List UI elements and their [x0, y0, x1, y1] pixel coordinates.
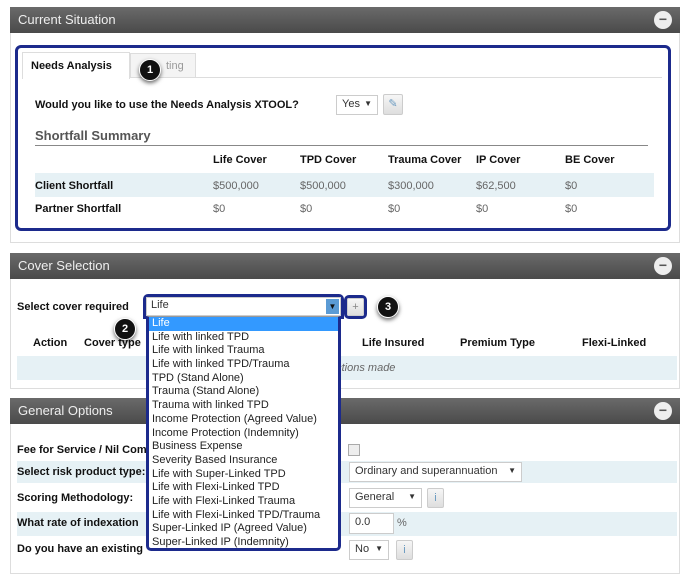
- dropdown-option[interactable]: Life with Flexi-Linked TPD: [149, 481, 338, 495]
- col-action: Action: [33, 337, 68, 349]
- dropdown-option[interactable]: Severity Based Insurance: [149, 454, 338, 468]
- section-title: General Options: [18, 403, 113, 418]
- col-cover-type: Cover type: [84, 337, 141, 349]
- existing-label: Do you have an existing: [17, 543, 143, 555]
- dropdown-option[interactable]: Life with linked TPD: [149, 331, 338, 345]
- risk-label: Select risk product type:: [17, 466, 146, 478]
- dropdown-option[interactable]: Life with linked Trauma: [149, 344, 338, 358]
- collapse-icon[interactable]: −: [654, 257, 672, 275]
- existing-value: No: [355, 543, 370, 555]
- col-premium-type: Premium Type: [460, 337, 535, 349]
- dropdown-option[interactable]: Income Protection (Agreed Value): [149, 413, 338, 427]
- dropdown-option[interactable]: TPD (Stand Alone): [149, 372, 338, 386]
- info-icon[interactable]: i: [427, 488, 444, 508]
- scoring-label: Scoring Methodology:: [17, 492, 134, 504]
- dropdown-option[interactable]: Trauma (Stand Alone): [149, 385, 338, 399]
- current-situation-header[interactable]: Current Situation −: [10, 7, 680, 33]
- general-options-header[interactable]: General Options −: [10, 398, 680, 424]
- collapse-icon[interactable]: −: [654, 11, 672, 29]
- dropdown-option[interactable]: Super-Linked IP (Indemnity): [149, 536, 338, 550]
- cover-dropdown-list[interactable]: Life Life with linked TPD Life with linked…: [146, 316, 341, 551]
- dropdown-option[interactable]: Life with Flexi-Linked TPD/Trauma: [149, 509, 338, 523]
- badge-1: 1: [139, 59, 161, 81]
- section-title: Cover Selection: [18, 258, 110, 273]
- info-icon[interactable]: i: [396, 540, 413, 560]
- section-title: Current Situation: [18, 12, 116, 27]
- collapse-icon[interactable]: −: [654, 402, 672, 420]
- dropdown-option[interactable]: Life with Super-Linked TPD: [149, 468, 338, 482]
- existing-select[interactable]: No ▼: [349, 540, 389, 560]
- scoring-select[interactable]: General ▼: [349, 488, 422, 508]
- badge-2: 2: [114, 318, 136, 340]
- dropdown-option[interactable]: Super-Linked IP (Agreed Value): [149, 522, 338, 536]
- highlight-box: [15, 45, 671, 231]
- dropdown-option[interactable]: Income Protection (Indemnity): [149, 427, 338, 441]
- cover-select-value: Life: [151, 299, 169, 311]
- chevron-down-icon: ▼: [508, 466, 516, 475]
- col-life-insured: Life Insured: [362, 337, 425, 349]
- fee-label: Fee for Service / Nil Com: [17, 444, 147, 456]
- dropdown-option[interactable]: Life: [149, 317, 338, 331]
- fee-checkbox[interactable]: [348, 444, 360, 456]
- risk-select[interactable]: Ordinary and superannuation ▼: [349, 462, 522, 482]
- scoring-value: General: [355, 491, 395, 503]
- chevron-down-icon: ▼: [375, 544, 383, 553]
- cover-selection-header[interactable]: Cover Selection −: [10, 253, 680, 279]
- col-flexi-linked: Flexi-Linked: [582, 337, 647, 349]
- dropdown-option[interactable]: Life with linked TPD/Trauma: [149, 358, 338, 372]
- chevron-down-icon[interactable]: ▼: [326, 299, 339, 314]
- indexation-input[interactable]: 0.0: [349, 513, 394, 534]
- badge-3: 3: [377, 296, 399, 318]
- dropdown-option[interactable]: Trauma with linked TPD: [149, 399, 338, 413]
- add-cover-button[interactable]: +: [347, 298, 364, 316]
- select-cover-label: Select cover required: [17, 301, 129, 313]
- risk-value: Ordinary and superannuation: [355, 465, 498, 477]
- cover-select[interactable]: Life ▼: [146, 297, 341, 316]
- indexation-label: What rate of indexation: [17, 517, 139, 529]
- dropdown-option[interactable]: Business Expense: [149, 440, 338, 454]
- percent-label: %: [397, 517, 407, 529]
- chevron-down-icon: ▼: [408, 492, 416, 501]
- dropdown-option[interactable]: Life with Flexi-Linked Trauma: [149, 495, 338, 509]
